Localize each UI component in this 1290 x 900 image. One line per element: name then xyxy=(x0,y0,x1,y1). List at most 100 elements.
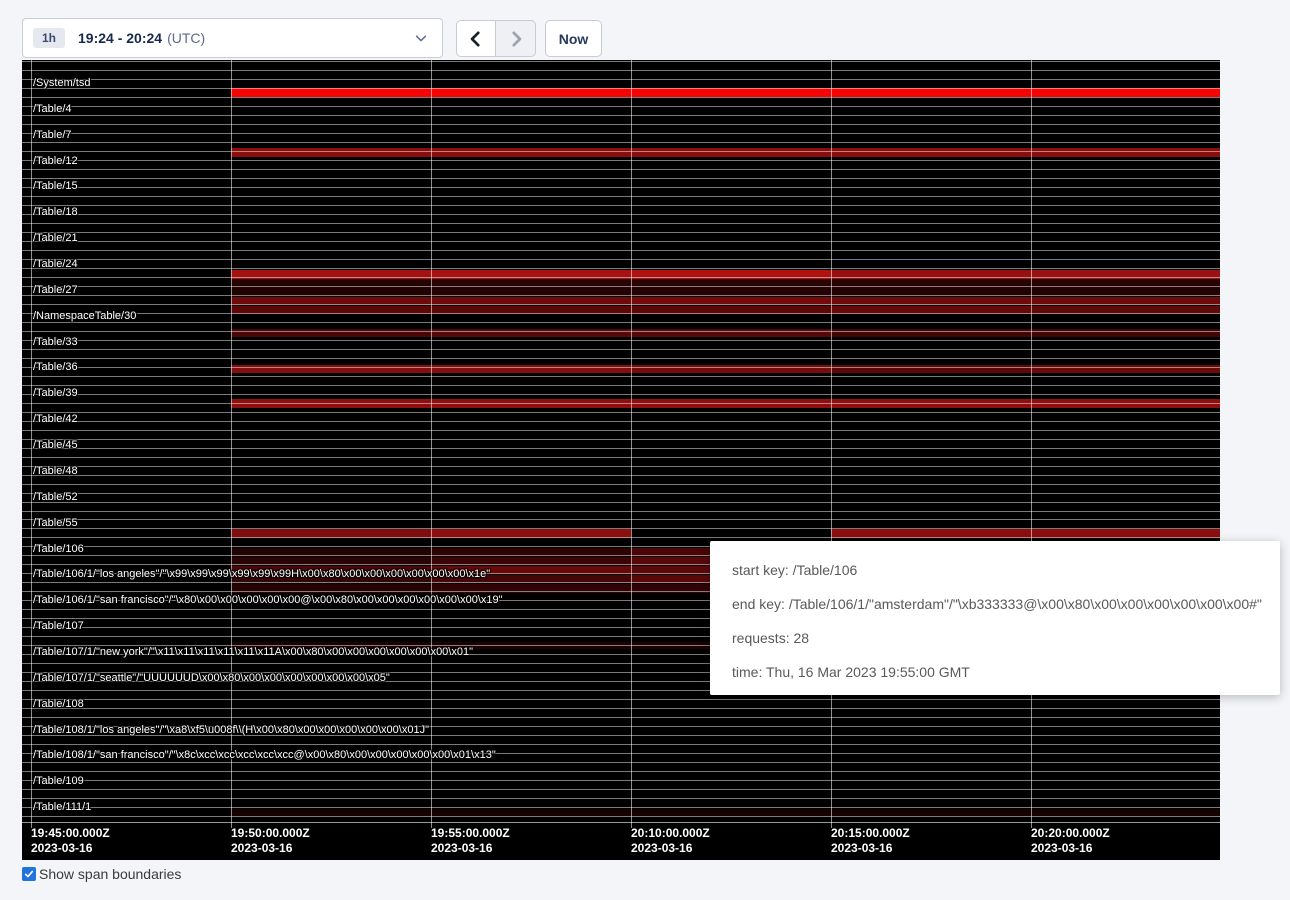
heat-band-segment[interactable] xyxy=(631,148,831,157)
time-axis-tick: 20:15:00.000Z2023-03-16 xyxy=(831,826,910,856)
span-boundary-line xyxy=(22,241,1220,242)
span-boundary-line xyxy=(22,88,1220,89)
heat-band-segment[interactable] xyxy=(831,88,1031,97)
span-boundary-line xyxy=(22,250,1220,251)
time-boundary-line xyxy=(431,60,432,828)
chevron-left-icon xyxy=(467,30,485,48)
span-label: /Table/42 xyxy=(33,414,78,425)
tooltip-end-key: end key: /Table/106/1/"amsterdam"/"\xb33… xyxy=(732,594,1258,614)
heat-band-segment[interactable] xyxy=(631,88,831,97)
span-boundary-line xyxy=(22,313,1220,314)
chevron-down-icon xyxy=(414,31,428,45)
span-boundary-line xyxy=(22,493,1220,494)
span-boundary-line xyxy=(22,106,1220,107)
span-label: /Table/109 xyxy=(33,776,84,787)
span-label: /Table/15 xyxy=(33,181,78,192)
span-boundary-line xyxy=(22,97,1220,98)
tooltip-requests: requests: 28 xyxy=(732,628,1258,648)
show-span-boundaries-checkbox[interactable] xyxy=(22,867,36,881)
span-boundary-line xyxy=(22,466,1220,467)
span-label: /Table/45 xyxy=(33,440,78,451)
span-boundary-line xyxy=(22,340,1220,341)
span-label: /Table/106/1/"san francisco"/"\x80\x00\x… xyxy=(33,595,503,606)
heat-band-segment[interactable] xyxy=(831,148,1031,157)
time-axis-tick: 19:50:00.000Z2023-03-16 xyxy=(231,826,310,856)
span-boundary-line xyxy=(22,70,1220,71)
time-axis-tick: 19:45:00.000Z2023-03-16 xyxy=(31,826,110,856)
time-nav-group xyxy=(456,20,536,57)
span-boundary-line xyxy=(22,511,1220,512)
now-button[interactable]: Now xyxy=(545,20,602,57)
span-label: /Table/107/1/"new york"/"\x11\x11\x11\x1… xyxy=(33,647,473,658)
next-time-button[interactable] xyxy=(496,20,536,57)
span-label: /Table/106 xyxy=(33,544,84,555)
span-boundary-line xyxy=(22,259,1220,260)
show-span-boundaries-label: Show span boundaries xyxy=(39,866,181,882)
span-label: /Table/39 xyxy=(33,388,78,399)
span-boundary-line xyxy=(22,286,1220,287)
timezone-text: (UTC) xyxy=(167,30,205,46)
heatmap-tooltip: start key: /Table/106 end key: /Table/10… xyxy=(710,541,1280,695)
span-boundary-line xyxy=(22,439,1220,440)
span-boundary-line xyxy=(22,115,1220,116)
span-label: /Table/106/1/"los angeles"/"\x99\x99\x99… xyxy=(33,569,490,580)
span-boundary-line xyxy=(22,367,1220,368)
span-boundary-line xyxy=(22,376,1220,377)
span-boundary-line xyxy=(22,151,1220,152)
time-range-text: 19:24 - 20:24 xyxy=(78,30,162,46)
span-boundary-line xyxy=(22,160,1220,161)
tick-time: 20:15:00.000Z xyxy=(831,826,910,841)
span-boundary-line xyxy=(22,412,1220,413)
tick-time: 20:10:00.000Z xyxy=(631,826,710,841)
heat-band-segment[interactable] xyxy=(431,88,631,97)
span-label: /Table/36 xyxy=(33,362,78,373)
span-boundary-line xyxy=(22,699,1220,700)
span-boundary-line xyxy=(22,295,1220,296)
tick-date: 2023-03-16 xyxy=(831,841,910,856)
axis-top-line xyxy=(22,822,1220,823)
span-boundary-line xyxy=(22,789,1220,790)
span-boundary-line xyxy=(22,187,1220,188)
span-boundary-line xyxy=(22,331,1220,332)
prev-time-button[interactable] xyxy=(456,20,496,57)
heat-band-segment[interactable] xyxy=(431,148,631,157)
span-label: /NamespaceTable/30 xyxy=(33,311,136,322)
chevron-right-icon xyxy=(507,30,525,48)
span-boundary-line xyxy=(22,528,1220,529)
span-label: /Table/4 xyxy=(33,104,72,115)
tick-date: 2023-03-16 xyxy=(231,841,310,856)
span-boundary-line xyxy=(22,744,1220,745)
tick-time: 20:20:00.000Z xyxy=(1031,826,1110,841)
span-boundary-line xyxy=(22,807,1220,808)
span-boundary-line xyxy=(22,457,1220,458)
heat-band-segment[interactable] xyxy=(231,148,431,157)
key-visualizer-heatmap[interactable]: /System/tsd/Table/4/Table/7/Table/12/Tab… xyxy=(22,60,1220,860)
span-label: /Table/12 xyxy=(33,156,78,167)
time-boundary-line xyxy=(1031,60,1032,828)
span-boundary-line xyxy=(22,475,1220,476)
heat-band-segment[interactable] xyxy=(231,88,431,97)
span-label: /Table/107/1/"seattle"/"UUUUUUD\x00\x80\… xyxy=(33,673,390,684)
span-boundary-line xyxy=(22,780,1220,781)
tick-date: 2023-03-16 xyxy=(31,841,110,856)
time-boundary-line xyxy=(231,60,232,828)
span-boundary-line xyxy=(22,403,1220,404)
span-boundary-line xyxy=(22,519,1220,520)
span-label: /Table/111/1 xyxy=(33,802,91,813)
span-boundary-line xyxy=(22,223,1220,224)
span-boundary-line xyxy=(22,205,1220,206)
span-label: /Table/24 xyxy=(33,259,78,270)
span-boundary-line xyxy=(22,762,1220,763)
time-range-selector[interactable]: 1h 19:24 - 20:24 (UTC) xyxy=(22,18,443,58)
tick-time: 19:45:00.000Z xyxy=(31,826,110,841)
time-boundary-line xyxy=(831,60,832,828)
time-boundary-line xyxy=(631,60,632,828)
time-axis-tick: 20:10:00.000Z2023-03-16 xyxy=(631,826,710,856)
time-axis-tick: 20:20:00.000Z2023-03-16 xyxy=(1031,826,1110,856)
heat-band-segment[interactable] xyxy=(1031,88,1220,97)
heat-band-segment[interactable] xyxy=(1031,148,1220,157)
span-boundary-line xyxy=(22,394,1220,395)
span-label: /System/tsd xyxy=(33,78,90,89)
span-boundary-line xyxy=(22,430,1220,431)
span-boundary-line xyxy=(22,448,1220,449)
